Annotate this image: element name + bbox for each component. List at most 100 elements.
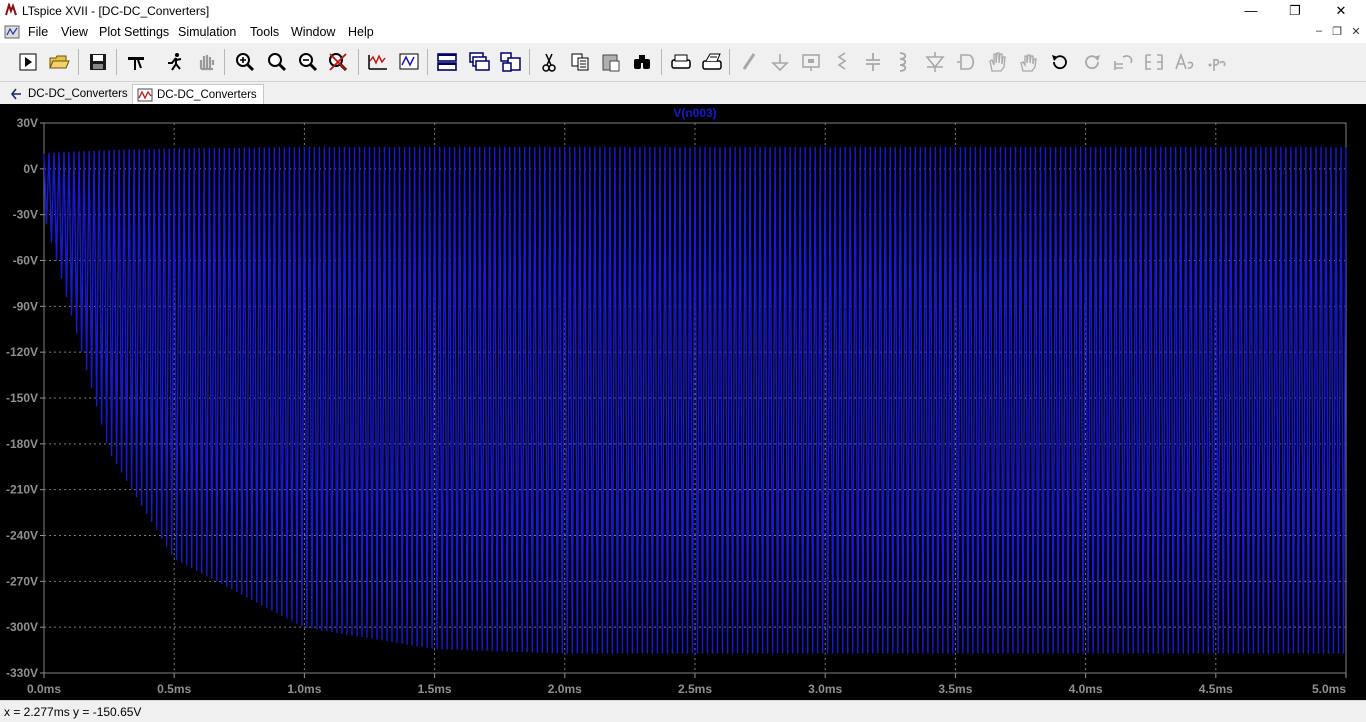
menu-window[interactable]: Window: [291, 25, 335, 39]
spice-directive-button[interactable]: [1204, 51, 1228, 73]
paste-icon: [602, 54, 620, 72]
mirror-button[interactable]: [1142, 51, 1166, 73]
tab-schematic-label: DC-DC_Converters: [28, 87, 128, 100]
menu-file[interactable]: File: [28, 25, 48, 39]
document-icon[interactable]: [4, 25, 20, 39]
waveform-chart[interactable]: 0.0ms 0.5ms 1.0ms 1.5ms 2.0ms 2.5ms 3.0ms 3.5ms…: [0, 104, 1366, 700]
zoom-full-button[interactable]: [265, 51, 289, 73]
cascade-button[interactable]: [467, 51, 491, 73]
spice-directive-icon: [1208, 58, 1226, 71]
zoom-in-icon: [236, 53, 255, 72]
redo-button[interactable]: [1080, 51, 1104, 73]
toolbar-separator: [427, 49, 428, 75]
y-tick-label: 30V: [17, 116, 38, 130]
print-button[interactable]: [669, 51, 693, 73]
x-tick-label: 1.5ms: [418, 682, 452, 696]
tab-bar: DC-DC_Converters DC-DC_Converters: [0, 82, 1366, 104]
y-tick-label: -180V: [6, 437, 38, 451]
y-tick-label: -90V: [13, 299, 38, 313]
label-icon: [802, 54, 820, 71]
copy-icon: [571, 53, 589, 71]
label-button[interactable]: [799, 51, 823, 73]
zoom-out-button[interactable]: [296, 51, 320, 73]
capacitor-button[interactable]: [861, 51, 885, 73]
run-icon: [19, 53, 37, 71]
drag-icon: [1020, 54, 1037, 72]
tile-vertical-button[interactable]: [498, 51, 522, 73]
maximize-button[interactable]: ❐: [1272, 0, 1318, 22]
settings-icon: [128, 57, 144, 70]
toolbar-separator: [116, 49, 117, 75]
cut-icon: [542, 53, 556, 72]
toolbar-separator: [224, 49, 225, 75]
trace-name-label: V(n003): [673, 106, 716, 120]
zoom-out-icon: [299, 53, 318, 72]
pan-button[interactable]: [194, 51, 218, 73]
move-button[interactable]: [985, 51, 1009, 73]
x-tick-label: 0.5ms: [157, 682, 191, 696]
run-button[interactable]: [16, 51, 40, 73]
cursor-readout: x = 2.277ms y = -150.65V: [4, 705, 142, 719]
drag-button[interactable]: [1016, 51, 1040, 73]
paste-button[interactable]: [599, 51, 623, 73]
menu-plot-settings[interactable]: Plot Settings: [99, 25, 169, 39]
capacitor-icon: [866, 53, 880, 71]
menu-tools[interactable]: Tools: [250, 25, 279, 39]
rotate-button[interactable]: [1111, 51, 1135, 73]
y-tick-label: -330V: [6, 666, 38, 680]
toolbar-separator: [661, 49, 662, 75]
tile-horizontal-icon: [437, 53, 457, 71]
window-title: LTspice XVII - [DC-DC_Converters]: [22, 4, 210, 18]
toolbar-separator: [729, 49, 730, 75]
ground-button[interactable]: [768, 51, 792, 73]
menu-help[interactable]: Help: [348, 25, 374, 39]
wire-button[interactable]: [737, 51, 761, 73]
ground-icon: [771, 54, 789, 72]
mdi-restore-button[interactable]: ❐: [1329, 25, 1345, 39]
y-tick-label: -120V: [6, 345, 38, 359]
component-button[interactable]: [954, 51, 978, 73]
plot-cursor-button[interactable]: [397, 51, 421, 73]
y-tick-label: -150V: [6, 391, 38, 405]
mdi-close-button[interactable]: ✕: [1348, 25, 1364, 39]
mdi-minimize-button[interactable]: –: [1311, 25, 1327, 39]
settings-button[interactable]: [124, 51, 148, 73]
text-icon: [1175, 52, 1194, 70]
close-button[interactable]: ✕: [1318, 0, 1364, 22]
open-button[interactable]: [47, 51, 71, 73]
zoom-in-button[interactable]: [233, 51, 257, 73]
undo-button[interactable]: [1048, 51, 1072, 73]
plot-cursor-icon: [399, 53, 419, 70]
zoom-cancel-button[interactable]: [326, 51, 350, 73]
tab-schematic[interactable]: DC-DC_Converters: [4, 84, 134, 103]
resistor-icon: [837, 52, 847, 70]
minimize-button[interactable]: —: [1228, 0, 1274, 22]
save-button[interactable]: [86, 51, 110, 73]
tab-waveform[interactable]: DC-DC_Converters: [132, 84, 264, 104]
menu-view[interactable]: View: [61, 25, 88, 39]
tile-vertical-icon: [500, 52, 521, 72]
y-tick-label: -210V: [6, 483, 38, 497]
rotate-icon: [1114, 55, 1133, 70]
toolbar-separator: [358, 49, 359, 75]
x-tick-label: 3.5ms: [938, 682, 972, 696]
waveform-plot-pane[interactable]: 0.0ms 0.5ms 1.0ms 1.5ms 2.0ms 2.5ms 3.0ms 3.5ms…: [0, 104, 1366, 700]
trace-v-n003: [43, 146, 1347, 654]
find-button[interactable]: [630, 51, 654, 73]
resistor-button[interactable]: [830, 51, 854, 73]
diode-icon: [925, 52, 945, 72]
print-setup-button[interactable]: [700, 51, 724, 73]
autorange-button[interactable]: [366, 51, 390, 73]
text-button[interactable]: [1173, 51, 1197, 73]
inductor-button[interactable]: [891, 51, 915, 73]
tile-horizontal-button[interactable]: [435, 51, 459, 73]
diode-button[interactable]: [923, 51, 947, 73]
cascade-icon: [469, 52, 490, 71]
copy-button[interactable]: [568, 51, 592, 73]
x-tick-label: 5.0ms: [1312, 682, 1346, 696]
halt-button[interactable]: [163, 51, 187, 73]
menu-simulation[interactable]: Simulation: [178, 25, 236, 39]
cut-button[interactable]: [537, 51, 561, 73]
toolbar-separator: [78, 49, 79, 75]
print-icon: [671, 54, 691, 69]
